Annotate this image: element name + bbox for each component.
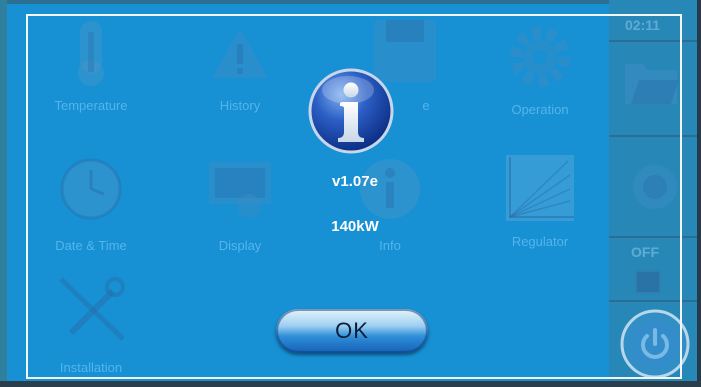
- version-text: v1.07e: [332, 173, 378, 190]
- ok-button[interactable]: OK: [276, 309, 428, 353]
- screen: Temperature History e Operation Date & T…: [0, 0, 701, 387]
- top-edge: [0, 0, 701, 4]
- right-edge: [697, 0, 701, 387]
- power-rating-text: 140kW: [331, 218, 379, 235]
- ok-button-label: OK: [335, 318, 369, 343]
- bottom-edge: [0, 381, 701, 387]
- left-edge: [0, 0, 7, 387]
- info-icon: [308, 68, 394, 159]
